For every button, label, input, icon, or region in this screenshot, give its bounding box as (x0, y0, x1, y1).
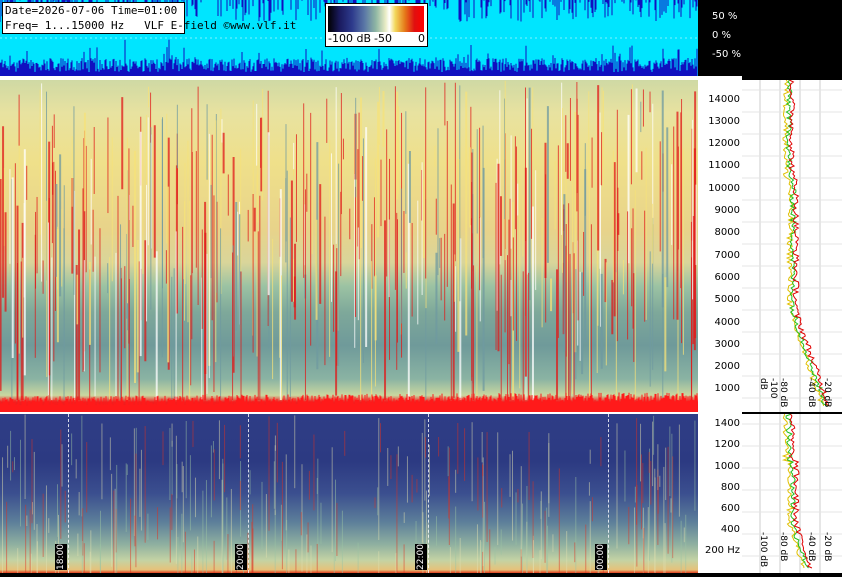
freq-tick: 8000 (714, 227, 740, 238)
time-label: 18:00 (55, 544, 67, 570)
spectrogram-high-band (0, 80, 698, 412)
date-time-label: Date=2026-07-06 Time=01:00 (5, 4, 178, 17)
freq-tick: 200 Hz (704, 545, 740, 556)
freq-tick: 6000 (714, 272, 740, 283)
scale-label-max: 0 (418, 32, 425, 45)
spectrogram-low-streaks (2, 414, 696, 573)
spectrogram-low-band (0, 414, 698, 573)
freq-tick: 3000 (714, 339, 740, 350)
profile-high-plot (742, 79, 842, 412)
freq-tick: 9000 (714, 205, 740, 216)
db-label: -20 dB (822, 532, 832, 562)
spectral-profile-high: -100 dB -80 dB -40 dB -20 dB (742, 79, 842, 412)
freq-tick: 1400 (714, 418, 740, 429)
time-marker-line (68, 414, 69, 573)
freq-tick: 7000 (714, 250, 740, 261)
freq-tick: 1000 (714, 461, 740, 472)
db-label: -100 dB (758, 378, 778, 399)
freq-tick: 13000 (708, 116, 740, 127)
freq-tick: 14000 (708, 94, 740, 105)
color-scale: -100 dB -50 0 (325, 3, 428, 47)
time-marker-line (608, 414, 609, 573)
freq-tick: 4000 (714, 317, 740, 328)
db-label: -20 dB (822, 378, 832, 408)
amp-label-neg50: -50 % (712, 49, 742, 60)
db-label: -80 dB (778, 378, 788, 408)
freq-tick: 2000 (714, 361, 740, 372)
scale-label-mid: -50 (374, 32, 392, 45)
freq-tick: 400 (720, 524, 740, 535)
db-label: -40 dB (806, 378, 816, 408)
freq-tick: 12000 (708, 138, 740, 149)
time-label: 00:00 (595, 544, 607, 570)
freq-tick: 10000 (708, 183, 740, 194)
amp-label-50: 50 % (712, 11, 738, 22)
frequency-axis: 14000 13000 12000 11000 10000 9000 8000 … (698, 80, 742, 573)
freq-tick: 1000 (714, 383, 740, 394)
db-label: -80 dB (778, 532, 788, 562)
frequency-label: Freq= 1...15000 Hz VLF E-field ©www.vlf.… (5, 19, 297, 32)
time-label: 22:00 (415, 544, 427, 570)
scale-label-min: -100 dB (328, 32, 371, 45)
freq-tick: 1200 (714, 439, 740, 450)
amp-label-0: 0 % (712, 30, 732, 41)
info-header: Date=2026-07-06 Time=01:00 Freq= 1...150… (2, 2, 297, 34)
freq-tick: 800 (720, 482, 740, 493)
spectral-profile-low: -100 dB -80 dB -40 dB -20 dB (742, 413, 842, 573)
spectrogram-high-streaks (0, 80, 698, 412)
db-label: -100 dB (758, 532, 768, 568)
color-scale-bar (328, 6, 424, 32)
time-marker-line (248, 414, 249, 573)
freq-tick: 11000 (708, 160, 740, 171)
freq-tick: 5000 (714, 294, 740, 305)
time-marker-line (428, 414, 429, 573)
freq-tick: 600 (720, 503, 740, 514)
time-label: 20:00 (235, 544, 247, 570)
db-label: -40 dB (806, 532, 816, 562)
